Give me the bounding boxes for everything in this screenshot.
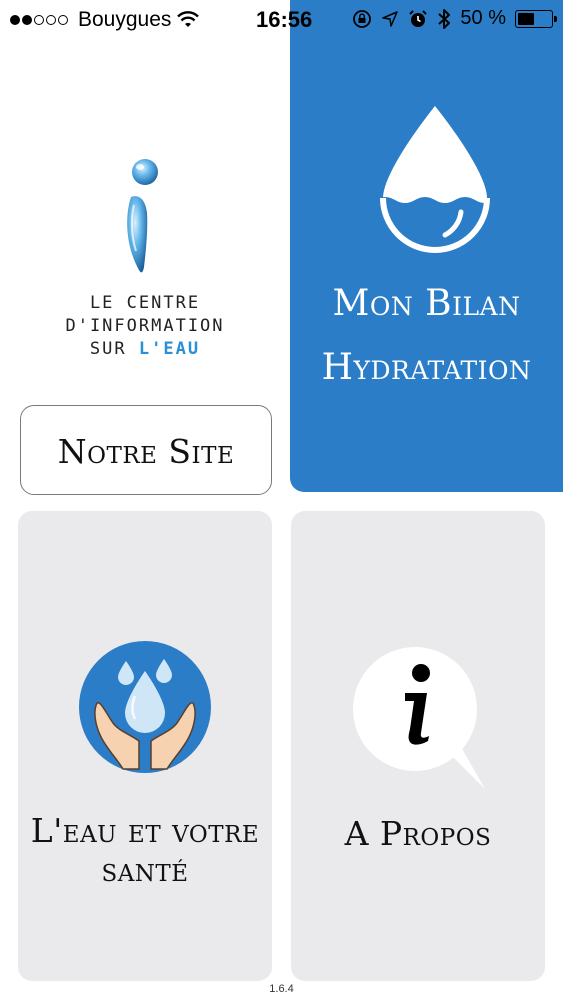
carrier-name: Bouygues bbox=[78, 8, 172, 31]
logo-line-1: LE CENTRE bbox=[89, 293, 201, 313]
rotation-lock-icon bbox=[353, 9, 372, 28]
battery-fill bbox=[518, 12, 534, 25]
status-left: Bouygues bbox=[10, 8, 200, 32]
location-icon bbox=[382, 10, 399, 27]
info-speech-bubble-icon bbox=[353, 647, 485, 789]
status-bar: Bouygues 16:56 50 % bbox=[0, 0, 563, 40]
water-and-health-label: L'eau et votre santé bbox=[30, 811, 260, 889]
hands-water-drops-icon bbox=[79, 641, 211, 773]
hydration-label-line-2: Hydratation bbox=[321, 347, 532, 388]
status-time: 16:56 bbox=[256, 7, 313, 32]
logo-line-2: D'INFORMATION bbox=[65, 316, 225, 336]
app-version: 1.6.4 bbox=[269, 983, 294, 995]
info-drop-logo-icon bbox=[127, 159, 158, 273]
hydration-label-line-1: Mon Bilan bbox=[332, 283, 521, 324]
cieau-logo: LE CENTRE D'INFORMATION SUR L'EAU bbox=[40, 150, 250, 370]
our-website-button[interactable]: Notre Site bbox=[20, 405, 272, 495]
our-website-label: Notre Site bbox=[57, 432, 235, 471]
water-and-health-tile[interactable]: L'eau et votre santé bbox=[18, 511, 272, 981]
bluetooth-icon bbox=[438, 8, 451, 29]
battery-icon bbox=[515, 9, 557, 28]
about-label: A Propos bbox=[344, 814, 492, 853]
wifi-icon bbox=[177, 11, 200, 27]
battery-percent: 50 % bbox=[460, 7, 506, 29]
water-drop-icon bbox=[380, 106, 490, 253]
alarm-icon bbox=[409, 9, 428, 27]
logo-line-3: SUR L'EAU bbox=[40, 339, 250, 359]
logo-line-3-prefix: SUR bbox=[89, 339, 127, 359]
status-right: 50 % bbox=[352, 7, 557, 30]
about-tile[interactable]: A Propos bbox=[291, 511, 545, 981]
signal-strength-icon bbox=[10, 15, 68, 25]
logo-line-3-highlight: L'EAU bbox=[138, 339, 201, 359]
hydration-balance-tile[interactable]: Mon Bilan Hydratation bbox=[290, 0, 563, 492]
